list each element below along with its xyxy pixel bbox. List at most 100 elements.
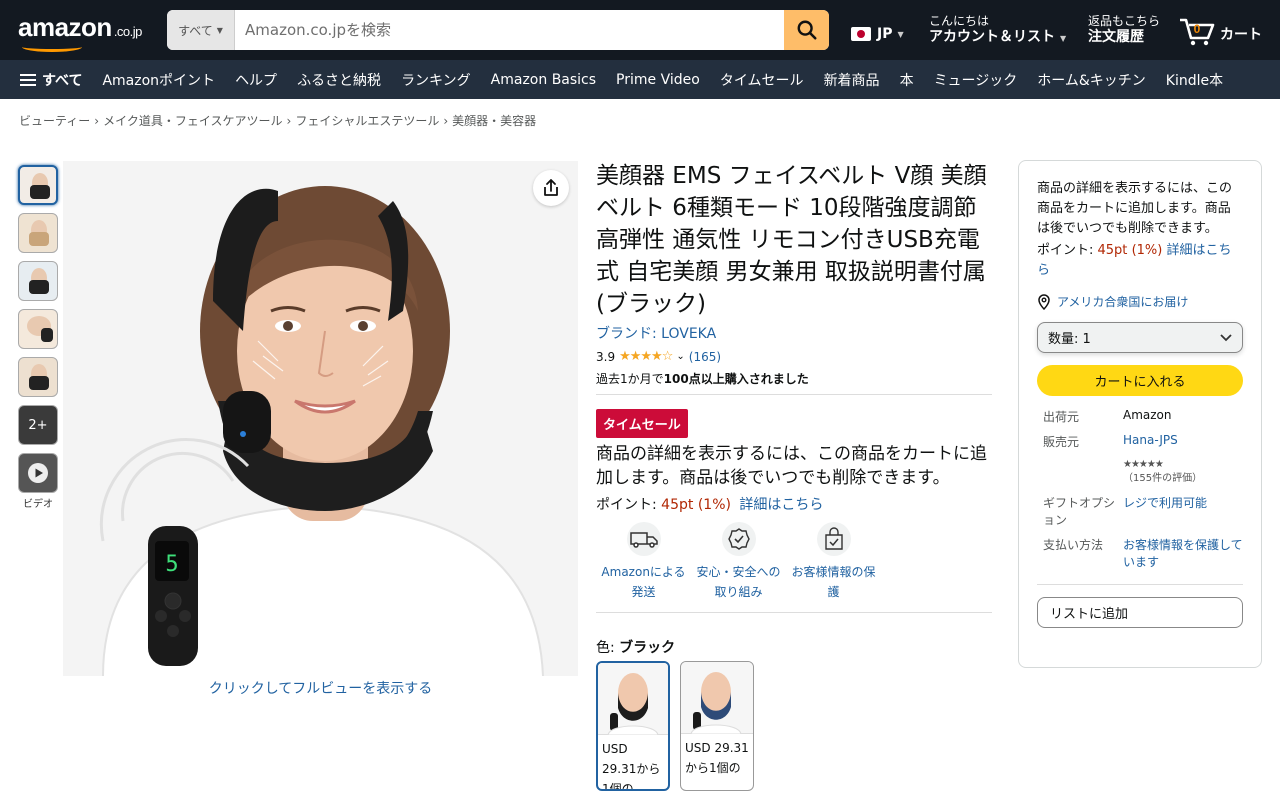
subnav-item-home-kitchen[interactable]: ホーム&キッチン — [1027, 70, 1156, 90]
cart-count: 0 — [1194, 22, 1201, 36]
breadcrumb-item[interactable]: フェイシャルエステツール — [295, 114, 439, 128]
share-button[interactable] — [533, 170, 569, 206]
search-icon — [797, 20, 817, 40]
star-rating-icon[interactable]: ★★★★☆ — [619, 349, 673, 364]
main-product-image[interactable]: 5 — [63, 161, 578, 676]
buybox-points-percent: (1%) — [1131, 243, 1163, 258]
quantity-select[interactable]: 数量: 1 — [1037, 322, 1243, 353]
rating-count-link[interactable]: (165) — [689, 350, 721, 364]
location-pin-icon — [1038, 293, 1050, 310]
cart-button[interactable]: 0 カート — [1178, 14, 1262, 46]
quantity-label: 数量: — [1048, 332, 1083, 347]
rating-row: 3.9 ★★★★☆ ⌄ (165) — [596, 349, 992, 364]
bought-info: 過去1か月で100点以上購入されました — [596, 372, 809, 386]
ships-from-value: Amazon — [1123, 408, 1172, 422]
badge-label: お客様情報の保護 — [791, 565, 876, 599]
search-bar: すべて ▼ — [167, 10, 829, 50]
breadcrumb-item[interactable]: 美顔器・美容器 — [452, 114, 536, 128]
trust-badges: Amazonによる発送 安心・安全への取り組み お客様情報の保護 — [596, 522, 992, 602]
all-menu-label: すべて — [42, 72, 83, 89]
seller-rating[interactable]: ★★★★★ （155件の評価） — [1123, 458, 1243, 486]
points-info: ポイント: 45pt (1%) 詳細はこちら — [596, 497, 824, 513]
subnav-item-basics[interactable]: Amazon Basics — [481, 72, 606, 88]
seller-link[interactable]: Hana-JPS — [1123, 433, 1243, 450]
subnav-item-timesale[interactable]: タイムセール — [710, 70, 814, 90]
add-to-list-button[interactable]: リストに追加 — [1037, 597, 1243, 628]
video-thumbnail[interactable] — [18, 453, 58, 493]
more-images-thumbnail[interactable]: 2+ — [18, 405, 58, 445]
japan-flag-icon — [851, 27, 871, 41]
account-menu[interactable]: こんにちは アカウント＆リスト ▼ — [929, 14, 1066, 48]
ships-from-label: 出荷元 — [1043, 410, 1080, 424]
subnav-item-prime-video[interactable]: Prime Video — [606, 72, 710, 88]
deliver-to-link[interactable]: アメリカ合衆国にお届け — [1037, 293, 1243, 310]
breadcrumb: ビューティー › メイク道具・フェイスケアツール › フェイシャルエステツール › 美顔器・… — [19, 112, 536, 129]
buybox-notice: 商品の詳細を表示するには、この商品をカートに追加します。商品は後でいつでも削除で… — [1037, 181, 1233, 236]
breadcrumb-item[interactable]: ビューティー — [19, 114, 90, 128]
subnav-item-kindle[interactable]: Kindle本 — [1156, 70, 1233, 90]
swatch-blue[interactable]: USD 29.31から1個の — [680, 661, 754, 791]
swatch-price: USD 29.31から1個の — [685, 741, 749, 775]
subnav-item-new[interactable]: 新着商品 — [814, 70, 890, 90]
points-details-link[interactable]: 詳細はこちら — [739, 497, 823, 513]
top-header: amazon.co.jp すべて▼ JP ▼ こんにちは アカウント＆リスト▼ … — [0, 0, 1280, 60]
breadcrumb-item[interactable]: メイク道具・フェイスケアツール — [103, 114, 282, 128]
gift-option-value[interactable]: レジで利用可能 — [1123, 494, 1243, 528]
badge-privacy[interactable]: お客様情報の保護 — [786, 522, 881, 602]
safety-badge-icon — [727, 528, 750, 550]
divider — [1037, 584, 1243, 585]
buybox-points-value: 45pt — [1097, 243, 1128, 258]
thumbnail-4[interactable] — [18, 309, 58, 349]
add-to-cart-button[interactable]: カートに入れる — [1037, 365, 1243, 396]
star-rating-icon: ★★★★★ — [1123, 459, 1164, 470]
payment-method-label: 支払い方法 — [1043, 538, 1104, 552]
subnav-item-ranking[interactable]: ランキング — [391, 70, 481, 90]
badge-safety[interactable]: 安心・安全への取り組み — [691, 522, 786, 602]
payment-method-value[interactable]: お客様情報を保護しています — [1123, 536, 1243, 570]
orders-label: 注文履歴 — [1088, 29, 1144, 45]
search-input[interactable] — [235, 10, 784, 50]
all-menu-button[interactable]: すべて — [0, 70, 92, 90]
gift-option-label: ギフトオプション — [1043, 496, 1116, 527]
badge-label: 安心・安全への取り組み — [696, 565, 781, 599]
product-details: 美顔器 EMS フェイスベルト V顔 美顔ベルト 6種類モード 10段階強度調節… — [596, 160, 992, 791]
breadcrumb-separator-icon: › — [94, 114, 100, 128]
thumbnail-3[interactable] — [18, 261, 58, 301]
orders-link[interactable]: 返品もこちら 注文履歴 — [1088, 14, 1160, 46]
product-title: 美顔器 EMS フェイスベルト V顔 美顔ベルト 6種類モード 10段階強度調節… — [596, 163, 987, 317]
points-value: 45pt — [661, 497, 694, 513]
hamburger-icon — [20, 73, 36, 86]
account-greeting: こんにちは — [929, 14, 990, 28]
share-icon — [544, 179, 558, 196]
cart-add-notice: 商品の詳細を表示するには、この商品をカートに追加します。商品は後でいつでも削除で… — [596, 444, 987, 488]
breadcrumb-separator-icon: › — [443, 114, 449, 128]
search-category-dropdown[interactable]: すべて ▼ — [167, 10, 235, 50]
search-button[interactable] — [784, 10, 829, 50]
subnav-item-help[interactable]: ヘルプ — [225, 70, 287, 90]
subnav-item-furusato[interactable]: ふるさと納税 — [287, 70, 391, 90]
caret-down-icon: ▼ — [1060, 34, 1067, 43]
brand-link[interactable]: ブランド: LOVEKA — [596, 323, 992, 343]
badge-amazon-shipping[interactable]: Amazonによる発送 — [596, 522, 691, 602]
cart-label: カート — [1220, 27, 1262, 43]
full-view-link[interactable]: クリックしてフルビューを表示する — [63, 678, 578, 698]
chevron-down-icon[interactable]: ⌄ — [676, 351, 684, 362]
subnav-item-music[interactable]: ミュージック — [924, 70, 1028, 90]
thumbnail-2[interactable] — [18, 213, 58, 253]
device-display-digit: 5 — [165, 552, 178, 577]
subnav-item-points[interactable]: Amazonポイント — [92, 70, 225, 90]
thumbnail-1[interactable] — [18, 165, 58, 205]
more-images-count: 2+ — [28, 417, 48, 433]
amazon-logo[interactable]: amazon .co.jp — [18, 12, 143, 52]
thumbnail-5[interactable] — [18, 357, 58, 397]
sub-navigation: すべて Amazonポイント ヘルプ ふるさと納税 ランキング Amazon B… — [0, 60, 1280, 99]
swatch-black[interactable]: USD 29.31から1個の — [596, 661, 670, 791]
logo-domain: .co.jp — [113, 24, 143, 39]
language-selector[interactable]: JP ▼ — [851, 26, 904, 42]
product-photo: 5 — [63, 161, 578, 676]
chevron-down-icon — [1220, 333, 1232, 341]
divider — [596, 612, 992, 613]
selected-color: ブラック — [619, 640, 676, 656]
subnav-item-books[interactable]: 本 — [890, 70, 924, 90]
color-swatches: USD 29.31から1個の USD 29.31から1個の — [596, 661, 992, 791]
